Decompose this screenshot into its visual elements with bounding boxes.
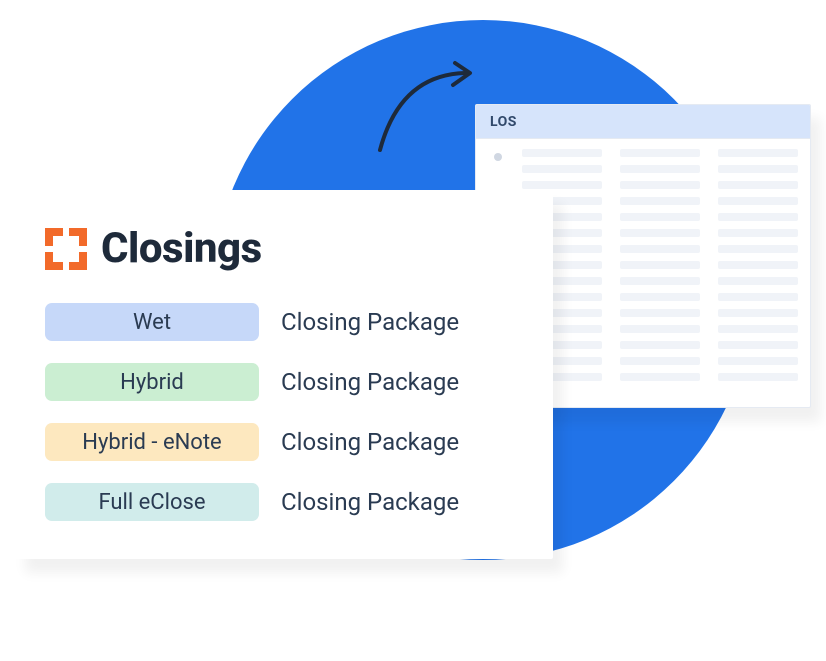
closing-label: Closing Package — [281, 488, 459, 516]
closing-label: Closing Package — [281, 308, 459, 336]
placeholder-bar — [620, 293, 700, 301]
closing-row: Wet Closing Package — [45, 303, 523, 341]
closings-card: Closings Wet Closing Package Hybrid Clos… — [15, 190, 553, 559]
los-title: LOS — [490, 114, 517, 130]
placeholder-bar — [718, 197, 798, 205]
placeholder-bar — [620, 213, 700, 221]
illustration-stage: LOS — [0, 0, 826, 661]
closing-tag-hybrid-enote[interactable]: Hybrid - eNote — [45, 423, 259, 461]
placeholder-bar — [620, 261, 700, 269]
placeholder-bar — [718, 149, 798, 157]
placeholder-bar — [620, 357, 700, 365]
placeholder-bar — [718, 341, 798, 349]
los-col — [718, 149, 798, 397]
los-header: LOS — [476, 105, 810, 139]
placeholder-bar — [620, 309, 700, 317]
closing-tag-wet[interactable]: Wet — [45, 303, 259, 341]
placeholder-bar — [620, 341, 700, 349]
los-columns — [522, 149, 798, 397]
placeholder-bar — [620, 277, 700, 285]
closing-tag-full-eclose[interactable]: Full eClose — [45, 483, 259, 521]
placeholder-bar — [522, 149, 602, 157]
closings-logo-icon — [45, 228, 87, 270]
placeholder-bar — [718, 293, 798, 301]
placeholder-bar — [620, 149, 700, 157]
placeholder-bar — [718, 309, 798, 317]
closing-row: Hybrid - eNote Closing Package — [45, 423, 523, 461]
placeholder-bar — [718, 277, 798, 285]
placeholder-bar — [620, 325, 700, 333]
placeholder-bar — [718, 181, 798, 189]
closings-header: Closings — [45, 224, 523, 273]
placeholder-bar — [718, 165, 798, 173]
placeholder-bar — [620, 229, 700, 237]
placeholder-bar — [522, 181, 602, 189]
placeholder-bar — [718, 245, 798, 253]
placeholder-bar — [718, 357, 798, 365]
closings-list: Wet Closing Package Hybrid Closing Packa… — [45, 303, 523, 521]
flow-arrow-icon — [370, 55, 490, 160]
closing-label: Closing Package — [281, 428, 459, 456]
los-col — [620, 149, 700, 397]
closing-row: Full eClose Closing Package — [45, 483, 523, 521]
placeholder-bar — [620, 197, 700, 205]
placeholder-bar — [718, 325, 798, 333]
placeholder-bar — [718, 229, 798, 237]
placeholder-bar — [718, 373, 798, 381]
placeholder-bar — [522, 165, 602, 173]
closing-row: Hybrid Closing Package — [45, 363, 523, 401]
closing-label: Closing Package — [281, 368, 459, 396]
closings-title: Closings — [101, 224, 262, 273]
placeholder-bar — [718, 213, 798, 221]
closing-tag-hybrid[interactable]: Hybrid — [45, 363, 259, 401]
placeholder-bar — [620, 245, 700, 253]
placeholder-bar — [718, 261, 798, 269]
placeholder-bar — [620, 181, 700, 189]
sidebar-dot-icon — [494, 153, 502, 161]
placeholder-bar — [620, 373, 700, 381]
placeholder-bar — [620, 165, 700, 173]
